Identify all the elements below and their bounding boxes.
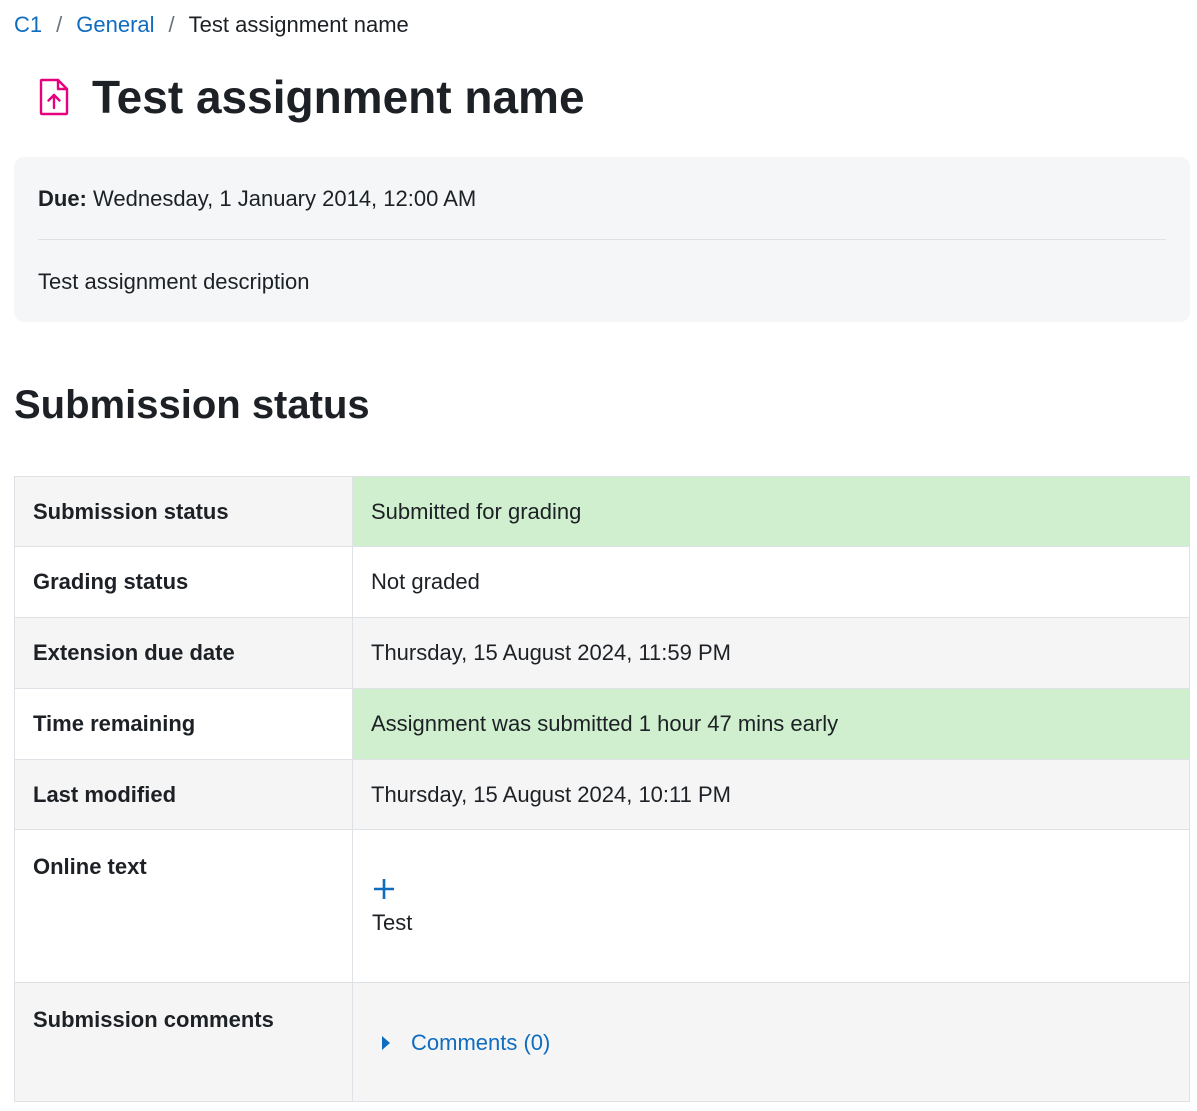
- comments-toggle-link[interactable]: Comments (0): [381, 1030, 550, 1056]
- table-row: Extension due date Thursday, 15 August 2…: [14, 617, 1190, 689]
- time-remaining-value: Assignment was submitted 1 hour 47 mins …: [352, 688, 1190, 760]
- table-row: Submission comments Comments (0): [14, 982, 1190, 1102]
- online-text-cell: Test: [352, 829, 1190, 983]
- table-row: Grading status Not graded: [14, 546, 1190, 618]
- breadcrumb: C1 / General / Test assignment name: [14, 12, 409, 38]
- extension-due-date-value: Thursday, 15 August 2024, 11:59 PM: [352, 617, 1190, 689]
- row-label: Extension due date: [14, 617, 353, 689]
- page-title: Test assignment name: [92, 71, 585, 123]
- table-row: Time remaining Assignment was submitted …: [14, 688, 1190, 760]
- submission-status-table: Submission status Submitted for grading …: [14, 476, 1190, 1102]
- row-label: Last modified: [14, 759, 353, 830]
- comments-link-label: Comments (0): [411, 1030, 551, 1055]
- row-label: Submission comments: [14, 982, 353, 1102]
- row-label: Time remaining: [14, 688, 353, 760]
- breadcrumb-separator: /: [168, 12, 175, 37]
- page-header: Test assignment name: [34, 72, 585, 122]
- row-label: Submission status: [14, 476, 353, 547]
- breadcrumb-item-c1[interactable]: C1: [14, 12, 42, 38]
- submission-status-value: Submitted for grading: [352, 476, 1190, 547]
- info-divider: [38, 239, 1166, 240]
- due-value: Wednesday, 1 January 2014, 12:00 AM: [93, 186, 477, 211]
- caret-right-icon: [382, 1036, 390, 1050]
- table-row: Online text Test: [14, 829, 1190, 983]
- grading-status-value: Not graded: [352, 546, 1190, 618]
- assignment-description: Test assignment description: [38, 269, 310, 294]
- breadcrumb-current: Test assignment name: [188, 12, 409, 37]
- breadcrumb-separator: /: [56, 12, 63, 37]
- submission-comments-cell: Comments (0): [352, 982, 1190, 1102]
- table-row: Last modified Thursday, 15 August 2024, …: [14, 759, 1190, 830]
- online-text-value: Test: [372, 910, 413, 935]
- row-label: Online text: [14, 829, 353, 983]
- expand-plus-icon[interactable]: [373, 878, 395, 900]
- row-label: Grading status: [14, 546, 353, 618]
- table-row: Submission status Submitted for grading: [14, 476, 1190, 547]
- breadcrumb-item-general[interactable]: General: [76, 12, 154, 38]
- section-title-submission-status: Submission status: [14, 383, 370, 427]
- assignment-upload-icon: [34, 72, 74, 122]
- due-date: Due: Wednesday, 1 January 2014, 12:00 AM: [38, 186, 476, 212]
- assignment-info-box: Due: Wednesday, 1 January 2014, 12:00 AM…: [14, 157, 1190, 322]
- due-label: Due:: [38, 186, 87, 211]
- last-modified-value: Thursday, 15 August 2024, 10:11 PM: [352, 759, 1190, 830]
